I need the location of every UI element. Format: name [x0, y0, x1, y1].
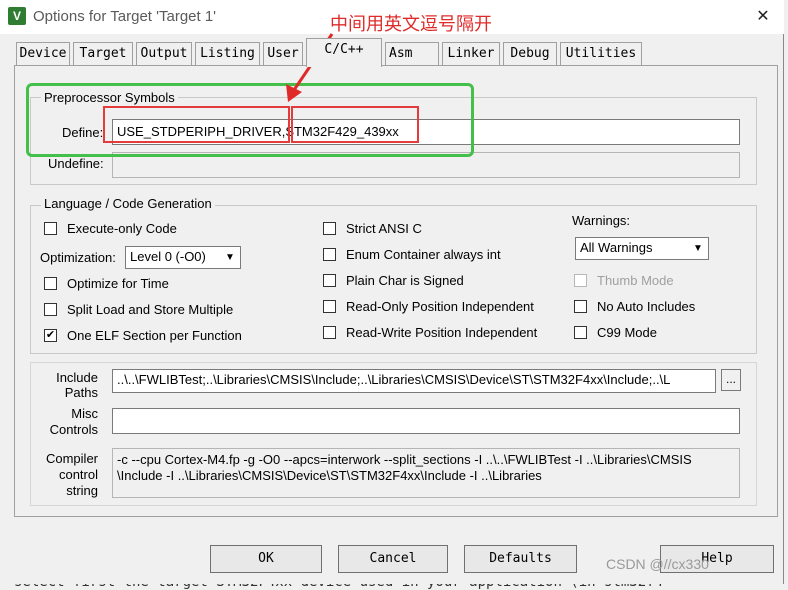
tab-listing[interactable]: Listing — [195, 42, 260, 66]
language-group-label: Language / Code Generation — [41, 196, 215, 211]
execute-only-box[interactable] — [44, 222, 57, 235]
misc-controls-field[interactable] — [112, 408, 740, 434]
compiler-control-string: -c --cpu Cortex-M4.fp -g -O0 --apcs=inte… — [112, 448, 740, 498]
cancel-button[interactable]: Cancel — [338, 545, 448, 573]
tab-debug[interactable]: Debug — [503, 42, 557, 66]
no-auto-includes-label: No Auto Includes — [597, 299, 696, 314]
strict-ansi-label: Strict ANSI C — [346, 221, 422, 236]
thumb-mode-checkbox: Thumb Mode — [574, 273, 674, 288]
plain-char-label: Plain Char is Signed — [346, 273, 464, 288]
tab-linker[interactable]: Linker — [442, 42, 500, 66]
readwrite-pi-box[interactable] — [323, 326, 336, 339]
compiler-line-2: \Include -I ..\Libraries\CMSIS\Device\ST… — [117, 468, 542, 483]
tab-device[interactable]: Device — [16, 42, 70, 66]
strict-ansi-box[interactable] — [323, 222, 336, 235]
include-paths-browse-button[interactable]: ... — [721, 369, 741, 391]
tab-target[interactable]: Target — [73, 42, 133, 66]
enum-container-label: Enum Container always int — [346, 247, 501, 262]
include-label-1: Include — [56, 370, 98, 385]
c99-mode-checkbox[interactable]: C99 Mode — [574, 325, 657, 340]
optimization-label: Optimization: — [40, 250, 116, 265]
warnings-value: All Warnings — [580, 240, 653, 255]
optimization-value: Level 0 (-O0) — [130, 249, 206, 264]
optimize-for-time-box[interactable] — [44, 277, 57, 290]
close-icon[interactable]: ✕ — [748, 5, 778, 29]
optimization-select[interactable]: Level 0 (-O0) ▼ — [125, 246, 241, 269]
no-auto-includes-box[interactable] — [574, 300, 587, 313]
compiler-label-1: Compiler — [45, 451, 98, 466]
readonly-pi-box[interactable] — [323, 300, 336, 313]
c99-mode-label: C99 Mode — [597, 325, 657, 340]
warnings-select[interactable]: All Warnings ▼ — [575, 237, 709, 260]
undefine-label: Undefine: — [48, 156, 104, 171]
strict-ansi-checkbox[interactable]: Strict ANSI C — [323, 221, 422, 236]
checkmark-icon[interactable]: ✔ — [44, 329, 57, 342]
compiler-line-1: -c --cpu Cortex-M4.fp -g -O0 --apcs=inte… — [117, 452, 692, 467]
no-auto-includes-checkbox[interactable]: No Auto Includes — [574, 299, 695, 314]
readonly-pi-label: Read-Only Position Independent — [346, 299, 534, 314]
one-elf-section-label: One ELF Section per Function — [67, 328, 242, 343]
optimize-for-time-label: Optimize for Time — [67, 276, 169, 291]
warnings-label: Warnings: — [572, 213, 631, 228]
execute-only-checkbox[interactable]: Execute-only Code — [44, 221, 177, 236]
optimize-for-time-checkbox[interactable]: Optimize for Time — [44, 276, 169, 291]
thumb-mode-box — [574, 274, 587, 287]
enum-container-box[interactable] — [323, 248, 336, 261]
split-load-store-checkbox[interactable]: Split Load and Store Multiple — [44, 302, 233, 317]
tab-utilities[interactable]: Utilities — [560, 42, 642, 66]
misc-label-1: Misc — [71, 406, 98, 421]
include-label-2: Paths — [64, 385, 98, 400]
window-title: Options for Target 'Target 1' — [33, 8, 217, 25]
ok-button[interactable]: OK — [210, 545, 322, 573]
chevron-down-icon[interactable]: ▼ — [222, 249, 238, 266]
readwrite-pi-label: Read-Write Position Independent — [346, 325, 538, 340]
compiler-label-2: control — [58, 467, 98, 482]
red-highlight-box-right — [291, 106, 419, 143]
split-load-store-label: Split Load and Store Multiple — [67, 302, 234, 317]
split-load-store-box[interactable] — [44, 303, 57, 316]
execute-only-label: Execute-only Code — [67, 221, 177, 236]
one-elf-section-checkbox[interactable]: ✔ One ELF Section per Function — [44, 328, 242, 343]
chevron-down-icon[interactable]: ▼ — [690, 240, 706, 257]
csdn-watermark: CSDN @//cx330 — [606, 556, 709, 572]
enum-container-checkbox[interactable]: Enum Container always int — [323, 247, 501, 262]
annotation-text: 中间用英文逗号隔开 — [330, 14, 492, 34]
misc-label-2: Controls — [49, 422, 98, 437]
compiler-label-3: string — [66, 483, 98, 498]
tab-asm[interactable]: Asm — [385, 42, 439, 66]
red-highlight-box-left — [103, 106, 290, 143]
include-paths-field[interactable]: ..\..\FWLIBTest;..\Libraries\CMSIS\Inclu… — [112, 369, 716, 393]
plain-char-box[interactable] — [323, 274, 336, 287]
plain-char-checkbox[interactable]: Plain Char is Signed — [323, 273, 464, 288]
readwrite-pi-checkbox[interactable]: Read-Write Position Independent — [323, 325, 537, 340]
defaults-button[interactable]: Defaults — [464, 545, 577, 573]
tab-c-cpp[interactable]: C/C++ — [306, 38, 382, 67]
thumb-mode-label: Thumb Mode — [597, 273, 674, 288]
c99-mode-box[interactable] — [574, 326, 587, 339]
keil-app-icon: V — [8, 7, 26, 25]
readonly-pi-checkbox[interactable]: Read-Only Position Independent — [323, 299, 534, 314]
tab-output[interactable]: Output — [136, 42, 192, 66]
